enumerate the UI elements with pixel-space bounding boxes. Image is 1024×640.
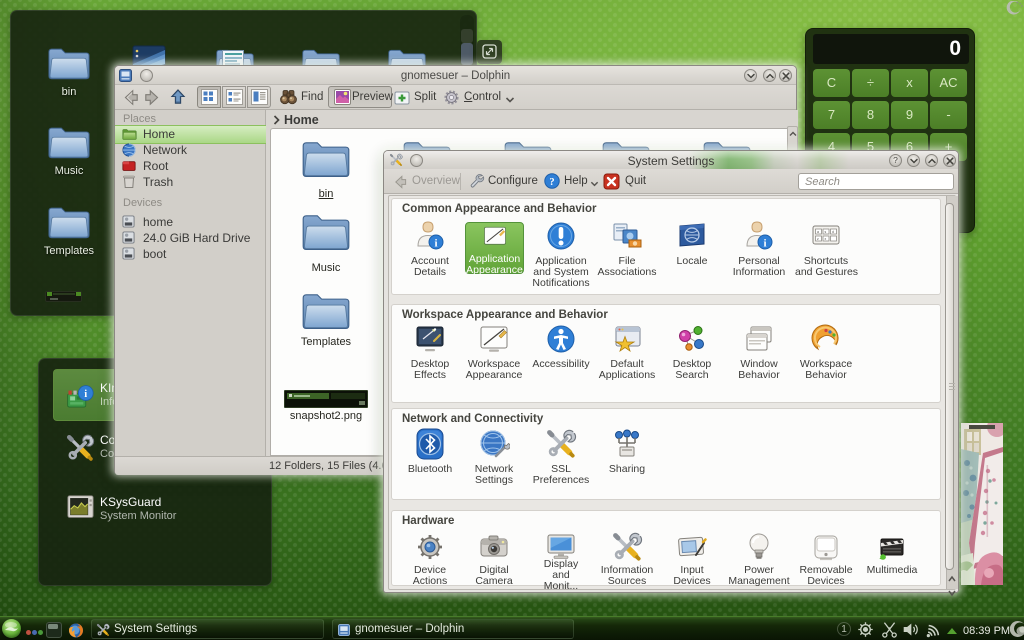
svg-text:s: s xyxy=(825,230,827,234)
svg-text:a: a xyxy=(817,230,819,234)
svg-text:?: ? xyxy=(549,177,554,188)
svg-text:d: d xyxy=(832,230,834,234)
svg-text:i: i xyxy=(84,388,87,400)
svg-text:x: x xyxy=(825,237,827,241)
svg-text:z: z xyxy=(817,237,819,241)
